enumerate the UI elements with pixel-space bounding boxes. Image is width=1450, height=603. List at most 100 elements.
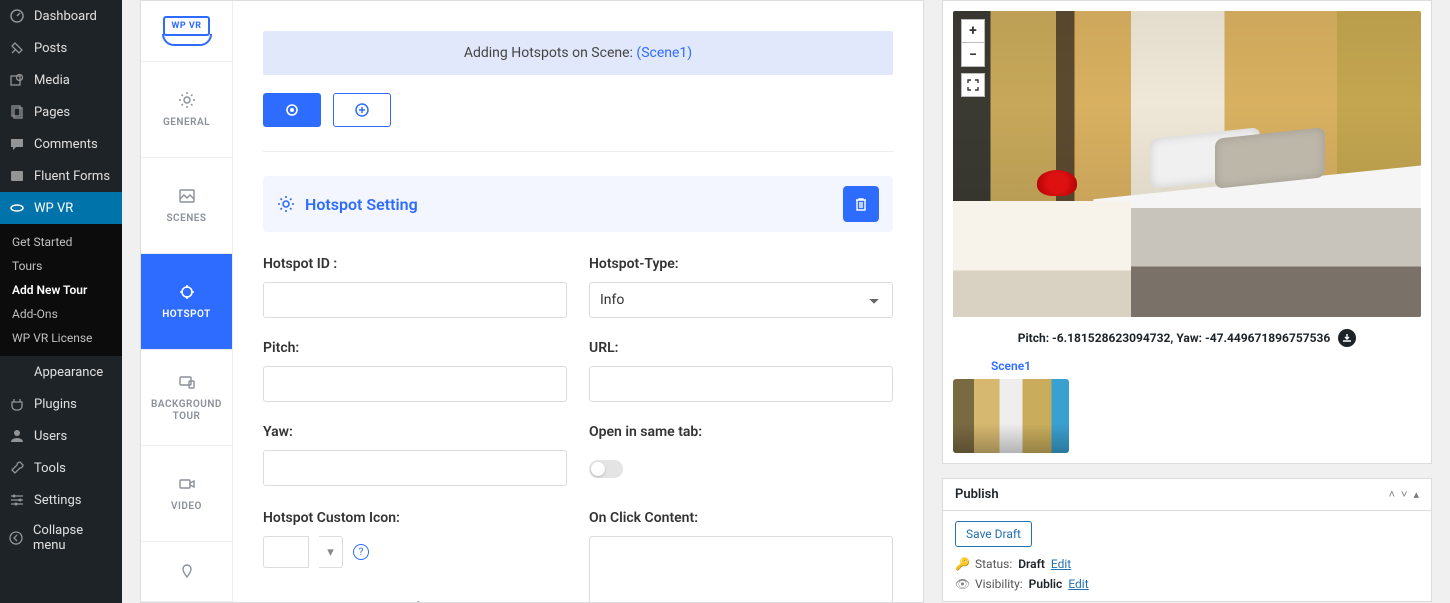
menu-posts[interactable]: Posts — [0, 32, 122, 64]
scene-thumbnail-1[interactable]: Scene1 — [953, 359, 1069, 453]
image-icon — [178, 187, 196, 205]
scene-thumb-image — [953, 379, 1069, 453]
status-row: 🔑 Status: Draft Edit — [955, 557, 1419, 571]
zoom-in-button[interactable]: + — [961, 19, 985, 43]
help-icon[interactable]: ? — [353, 544, 369, 560]
tab-extra[interactable] — [141, 542, 232, 602]
label: Hotspot ID : — [263, 256, 567, 272]
devices-icon — [178, 373, 196, 391]
field-custom-icon: Hotspot Custom Icon: ▾ ? — [263, 510, 567, 578]
submenu-add-ons[interactable]: Add-Ons — [0, 302, 122, 326]
panel-down-icon[interactable]: ˅ — [1401, 488, 1407, 501]
panel-up-icon[interactable]: ˄ — [1389, 488, 1395, 501]
collapse-icon — [8, 529, 25, 547]
menu-pages[interactable]: Pages — [0, 96, 122, 128]
scene-banner: Adding Hotspots on Scene: (Scene1) — [263, 31, 893, 75]
label: Hotspot Custom Icon: — [263, 510, 567, 526]
tab-video[interactable]: VIDEO — [141, 446, 232, 542]
label: Yaw: — [263, 424, 567, 440]
wp-vr-submenu: Get Started Tours Add New Tour Add-Ons W… — [0, 224, 122, 356]
menu-label: Pages — [34, 105, 70, 120]
tab-label: SCENES — [162, 213, 210, 225]
field-custom-icon-color: Hotspot Custom Icon Color: — [263, 600, 567, 602]
copy-coords-button[interactable] — [1338, 329, 1356, 347]
tab-label: BACKGROUND TOUR — [141, 399, 232, 423]
coords-text: Pitch: -6.181528623094732, Yaw: -47.4496… — [1018, 331, 1331, 345]
status-value: Draft — [1018, 557, 1045, 571]
tab-label: VIDEO — [167, 501, 206, 513]
panel-toggle-icon[interactable]: ▴ — [1413, 488, 1419, 501]
open-same-tab-toggle[interactable] — [589, 460, 623, 478]
plugin-icon — [8, 395, 26, 413]
menu-label: Settings — [34, 493, 81, 508]
video-icon — [178, 475, 196, 493]
submenu-tours[interactable]: Tours — [0, 254, 122, 278]
field-pitch: Pitch: — [263, 340, 567, 402]
custom-icon-dropdown[interactable]: ▾ — [319, 536, 343, 568]
field-hotspot-type: Hotspot-Type: Info — [589, 256, 893, 318]
menu-media[interactable]: Media — [0, 64, 122, 96]
label: URL: — [589, 340, 893, 356]
menu-appearance[interactable]: Appearance — [0, 356, 122, 388]
save-draft-button[interactable]: Save Draft — [955, 521, 1032, 547]
menu-comments[interactable]: Comments — [0, 128, 122, 160]
tab-hotspot[interactable]: HOTSPOT — [141, 254, 232, 350]
hotspot-type-select[interactable]: Info — [589, 282, 893, 318]
tab-label: GENERAL — [159, 117, 214, 129]
divider — [263, 151, 893, 152]
menu-wp-vr[interactable]: WP VR — [0, 192, 122, 224]
dashboard-icon — [8, 7, 26, 25]
submenu-add-new-tour[interactable]: Add New Tour — [0, 278, 122, 302]
menu-label: Collapse menu — [33, 523, 114, 553]
fullscreen-icon — [967, 79, 979, 91]
menu-fluent-forms[interactable]: Fluent Forms — [0, 160, 122, 192]
record-icon — [284, 102, 300, 118]
fullscreen-button[interactable] — [961, 73, 985, 97]
url-input[interactable] — [589, 366, 893, 402]
menu-dashboard[interactable]: Dashboard — [0, 0, 122, 32]
download-icon — [1342, 333, 1352, 343]
pitch-input[interactable] — [263, 366, 567, 402]
label: Hotspot Custom Icon Color: — [263, 600, 567, 602]
visibility-label: Visibility: — [975, 577, 1023, 591]
edit-status-link[interactable]: Edit — [1051, 557, 1071, 571]
delete-hotspot-button[interactable] — [843, 186, 879, 222]
zoom-out-button[interactable]: − — [961, 43, 985, 67]
edit-visibility-link[interactable]: Edit — [1068, 577, 1088, 591]
current-hotspot-button[interactable] — [263, 93, 321, 127]
editor-body: Adding Hotspots on Scene: (Scene1) Hotsp… — [233, 1, 923, 602]
submenu-get-started[interactable]: Get Started — [0, 230, 122, 254]
status-label: Status: — [975, 557, 1012, 571]
menu-settings[interactable]: Settings — [0, 484, 122, 516]
label: Hotspot-Type: — [589, 256, 893, 272]
tab-background-tour[interactable]: BACKGROUND TOUR — [141, 350, 232, 446]
publish-title: Publish — [955, 487, 999, 502]
wp-admin-sidebar: Dashboard Posts Media Pages Comments Flu… — [0, 0, 122, 603]
field-url: URL: — [589, 340, 893, 402]
menu-label: Appearance — [34, 365, 103, 380]
custom-icon-preview — [263, 536, 309, 568]
menu-label: Dashboard — [34, 9, 97, 24]
tab-general[interactable]: GENERAL — [141, 62, 232, 158]
editor-card: WP VR GENERAL SCENES HOTSPOT — [140, 0, 924, 603]
menu-label: Fluent Forms — [34, 169, 110, 184]
tab-scenes[interactable]: SCENES — [141, 158, 232, 254]
field-yaw: Yaw: — [263, 424, 567, 488]
menu-users[interactable]: Users — [0, 420, 122, 452]
menu-plugins[interactable]: Plugins — [0, 388, 122, 420]
menu-tools[interactable]: Tools — [0, 452, 122, 484]
banner-scene-link[interactable]: (Scene1) — [636, 45, 692, 61]
add-hotspot-button[interactable] — [333, 93, 391, 127]
panorama-preview[interactable]: + − — [953, 11, 1421, 317]
submenu-license[interactable]: WP VR License — [0, 326, 122, 350]
banner-text: Adding Hotspots on Scene: — [464, 45, 637, 61]
yaw-input[interactable] — [263, 450, 567, 486]
on-click-content-input[interactable] — [589, 536, 893, 602]
field-open-same-tab: Open in same tab: — [589, 424, 893, 488]
tab-label: HOTSPOT — [158, 309, 215, 321]
trash-icon — [853, 196, 869, 212]
menu-collapse[interactable]: Collapse menu — [0, 516, 122, 560]
menu-label: Comments — [34, 137, 98, 152]
gear-icon — [178, 91, 196, 109]
hotspot-id-input[interactable] — [263, 282, 567, 318]
